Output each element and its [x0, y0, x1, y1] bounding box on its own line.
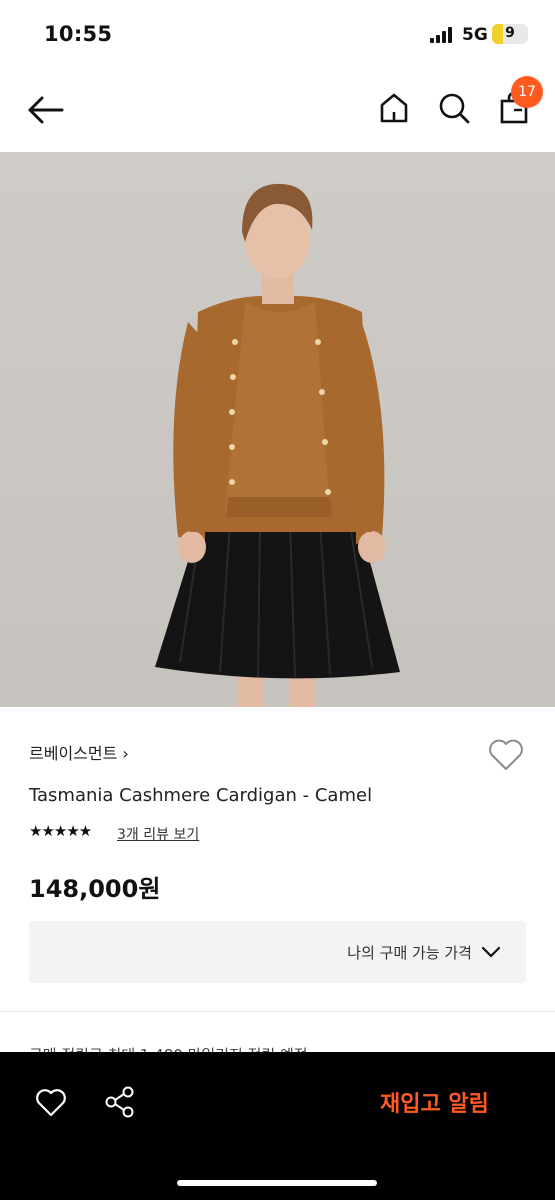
- heart-outline-icon[interactable]: [487, 736, 525, 772]
- chevron-down-icon: [481, 946, 501, 958]
- arrow-left-icon[interactable]: [26, 92, 66, 128]
- battery-icon: 9: [492, 24, 528, 44]
- bottom-action-bar: 재입고 알림: [0, 1052, 555, 1200]
- heart-outline-icon[interactable]: [34, 1086, 68, 1118]
- share-icon[interactable]: [104, 1085, 136, 1119]
- chevron-right-icon: ›: [122, 744, 129, 763]
- network-type: 5G: [462, 25, 488, 45]
- product-price: 148,000원: [29, 875, 161, 903]
- my-price-dropdown[interactable]: 나의 구매 가능 가격: [29, 921, 526, 983]
- my-price-label: 나의 구매 가능 가격: [347, 944, 472, 962]
- search-icon[interactable]: [436, 90, 472, 126]
- status-time: 10:55: [44, 22, 113, 46]
- cellular-signal-icon: [430, 27, 454, 43]
- battery-level: 9: [505, 25, 515, 41]
- home-icon[interactable]: [376, 90, 412, 126]
- home-indicator[interactable]: [177, 1180, 377, 1186]
- brand-link[interactable]: 르베이스먼트 ›: [29, 740, 129, 764]
- cart-count-badge: 17: [511, 76, 543, 108]
- product-title: Tasmania Cashmere Cardigan - Camel: [29, 785, 373, 806]
- divider: [0, 1011, 555, 1012]
- restock-notify-button[interactable]: 재입고 알림: [380, 1086, 489, 1118]
- product-photo[interactable]: [0, 152, 555, 707]
- status-bar: 10:55 5G 9: [0, 0, 555, 70]
- brand-name: 르베이스먼트: [29, 744, 118, 763]
- top-nav-bar: 17: [0, 70, 555, 152]
- review-link[interactable]: 3개 리뷰 보기: [117, 824, 199, 844]
- star-rating: ★★★★★: [29, 822, 92, 840]
